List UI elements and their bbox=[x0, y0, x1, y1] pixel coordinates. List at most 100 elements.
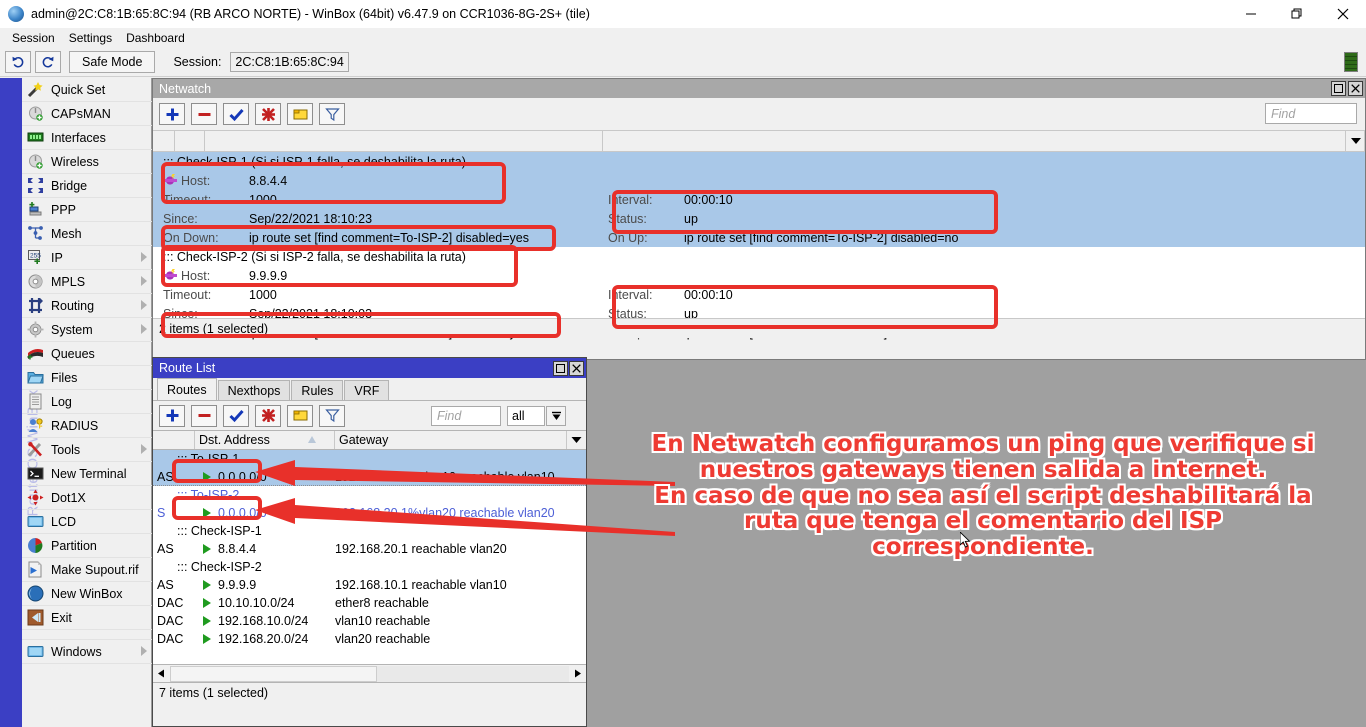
route-list-find-input[interactable]: Find bbox=[431, 406, 501, 426]
route-list-column-chooser[interactable] bbox=[566, 431, 586, 449]
close-button[interactable] bbox=[1320, 0, 1366, 28]
col-flags[interactable] bbox=[153, 431, 195, 449]
scroll-right-icon[interactable] bbox=[569, 666, 586, 682]
session-value[interactable]: 2C:C8:1B:65:8C:94 bbox=[230, 52, 348, 72]
sidebar-rail: RouterOS WinBox bbox=[0, 78, 22, 727]
filter-icon[interactable] bbox=[319, 103, 345, 125]
sidebar-item-make-supout-rif[interactable]: Make Supout.rif bbox=[22, 558, 152, 582]
chevron-right-icon bbox=[141, 276, 147, 286]
enable-check-icon[interactable] bbox=[223, 405, 249, 427]
sidebar-item-lcd[interactable]: LCD bbox=[22, 510, 152, 534]
add-icon[interactable] bbox=[159, 405, 185, 427]
remove-icon[interactable] bbox=[191, 103, 217, 125]
host-label: Host: bbox=[181, 174, 249, 188]
chevron-down-icon[interactable] bbox=[546, 406, 566, 426]
hscroll-thumb[interactable] bbox=[170, 666, 377, 682]
redo-icon[interactable] bbox=[35, 51, 61, 73]
netwatch-entry[interactable]: ::: Check-ISP-1 (Si si ISP-1 falla, se d… bbox=[153, 152, 1365, 247]
filter-icon[interactable] bbox=[319, 405, 345, 427]
sidebar-item-label: IP bbox=[51, 251, 63, 265]
hscroll-track[interactable] bbox=[170, 666, 569, 682]
sidebar-item-radius[interactable]: RADIUS bbox=[22, 414, 152, 438]
enable-check-icon[interactable] bbox=[223, 103, 249, 125]
route-list-filter-select[interactable]: all bbox=[507, 406, 545, 426]
sidebar-item-new-winbox[interactable]: New WinBox bbox=[22, 582, 152, 606]
sidebar-item-label: RADIUS bbox=[51, 419, 98, 433]
sidebar-item-wireless[interactable]: Wireless bbox=[22, 150, 152, 174]
comment-icon[interactable] bbox=[287, 405, 313, 427]
netwatch-window-controls bbox=[1331, 81, 1365, 96]
netwatch-col-blank1[interactable] bbox=[175, 131, 205, 151]
sidebar-item-label: CAPsMAN bbox=[51, 107, 111, 121]
netwatch-close-button[interactable] bbox=[1348, 81, 1363, 96]
netwatch-find-input[interactable]: Find bbox=[1265, 103, 1357, 124]
sidebar-item-queues[interactable]: Queues bbox=[22, 342, 152, 366]
scroll-left-icon[interactable] bbox=[153, 666, 170, 682]
sidebar-item-ppp[interactable]: PPP bbox=[22, 198, 152, 222]
col-dst-address[interactable]: Dst. Address bbox=[195, 431, 335, 449]
sidebar-item-dot1x[interactable]: Dot1X bbox=[22, 486, 152, 510]
tab-nexthops[interactable]: Nexthops bbox=[218, 380, 291, 400]
netwatch-col-host[interactable] bbox=[205, 131, 603, 151]
menu-item-session[interactable]: Session bbox=[5, 29, 62, 47]
disable-cross-icon[interactable] bbox=[255, 103, 281, 125]
sidebar-item-files[interactable]: Files bbox=[22, 366, 152, 390]
route-gateway: 192.168.20.1%vlan20 reachable vlan20 bbox=[335, 506, 586, 520]
sidebar-item-system[interactable]: System bbox=[22, 318, 152, 342]
sidebar-item-new-terminal[interactable]: New Terminal bbox=[22, 462, 152, 486]
disable-cross-icon[interactable] bbox=[255, 405, 281, 427]
annotation-line-3: En caso de que no sea así el script desh… bbox=[600, 484, 1366, 510]
sidebar-item-exit[interactable]: Exit bbox=[22, 606, 152, 630]
on-down-label: On Down: bbox=[163, 231, 249, 245]
route-comment-row[interactable]: ::: To-ISP-1 bbox=[153, 450, 586, 468]
tab-rules[interactable]: Rules bbox=[291, 380, 343, 400]
add-icon[interactable] bbox=[159, 103, 185, 125]
sidebar-item-label: Wireless bbox=[51, 155, 99, 169]
sidebar-item-mesh[interactable]: Mesh bbox=[22, 222, 152, 246]
sidebar-item-capsman[interactable]: CAPsMAN bbox=[22, 102, 152, 126]
safe-mode-button[interactable]: Safe Mode bbox=[69, 51, 155, 73]
route-active-triangle-icon bbox=[203, 634, 211, 644]
netwatch-col-flags[interactable] bbox=[153, 131, 175, 151]
comment-icon[interactable] bbox=[287, 103, 313, 125]
table-row[interactable]: AS9.9.9.9192.168.10.1 reachable vlan10 bbox=[153, 576, 586, 594]
sidebar-item-log[interactable]: Log bbox=[22, 390, 152, 414]
table-row[interactable]: AS8.8.4.4192.168.20.1 reachable vlan20 bbox=[153, 540, 586, 558]
table-row[interactable]: DAC10.10.10.0/24ether8 reachable bbox=[153, 594, 586, 612]
route-list-close-button[interactable] bbox=[569, 361, 584, 376]
route-comment-row[interactable]: ::: Check-ISP-2 bbox=[153, 558, 586, 576]
sidebar-item-ip[interactable]: 255IP bbox=[22, 246, 152, 270]
sidebar-item-bridge[interactable]: Bridge bbox=[22, 174, 152, 198]
netwatch-col-details[interactable] bbox=[603, 131, 1365, 151]
menu-item-dashboard[interactable]: Dashboard bbox=[119, 29, 192, 47]
table-row[interactable]: AS0.0.0.0/0192.168.10.1%vlan10 reachable… bbox=[153, 468, 586, 486]
sidebar-item-mpls[interactable]: MPLS bbox=[22, 270, 152, 294]
col-gateway[interactable]: Gateway bbox=[335, 431, 586, 449]
netwatch-list: ::: Check-ISP-1 (Si si ISP-1 falla, se d… bbox=[153, 152, 1365, 338]
remove-icon[interactable] bbox=[191, 405, 217, 427]
sidebar-item-routing[interactable]: Routing bbox=[22, 294, 152, 318]
table-row[interactable]: DAC192.168.20.0/24vlan20 reachable bbox=[153, 630, 586, 648]
terminal-icon bbox=[27, 465, 45, 483]
sidebar-item-partition[interactable]: Partition bbox=[22, 534, 152, 558]
tab-routes[interactable]: Routes bbox=[157, 378, 217, 400]
netwatch-restore-button[interactable] bbox=[1331, 81, 1346, 96]
tab-vrf[interactable]: VRF bbox=[344, 380, 389, 400]
table-row[interactable]: DAC192.168.10.0/24vlan10 reachable bbox=[153, 612, 586, 630]
host-value: 9.9.9.9 bbox=[249, 269, 287, 283]
route-comment-row[interactable]: ::: To-ISP-2 bbox=[153, 486, 586, 504]
sidebar-item-quick-set[interactable]: Quick Set bbox=[22, 78, 152, 102]
table-row[interactable]: S0.0.0.0/0192.168.20.1%vlan20 reachable … bbox=[153, 504, 586, 522]
winbox-icon bbox=[27, 585, 45, 603]
route-list-hscrollbar[interactable] bbox=[153, 665, 586, 683]
sidebar-item-tools[interactable]: Tools bbox=[22, 438, 152, 462]
restore-button[interactable] bbox=[1274, 0, 1320, 28]
undo-icon[interactable] bbox=[5, 51, 31, 73]
sidebar-item-windows[interactable]: Windows bbox=[22, 640, 152, 664]
minimize-button[interactable] bbox=[1228, 0, 1274, 28]
menu-item-settings[interactable]: Settings bbox=[62, 29, 119, 47]
netwatch-column-chooser[interactable] bbox=[1345, 131, 1365, 151]
sidebar-item-interfaces[interactable]: Interfaces bbox=[22, 126, 152, 150]
route-list-restore-button[interactable] bbox=[553, 361, 568, 376]
route-comment-row[interactable]: ::: Check-ISP-1 bbox=[153, 522, 586, 540]
